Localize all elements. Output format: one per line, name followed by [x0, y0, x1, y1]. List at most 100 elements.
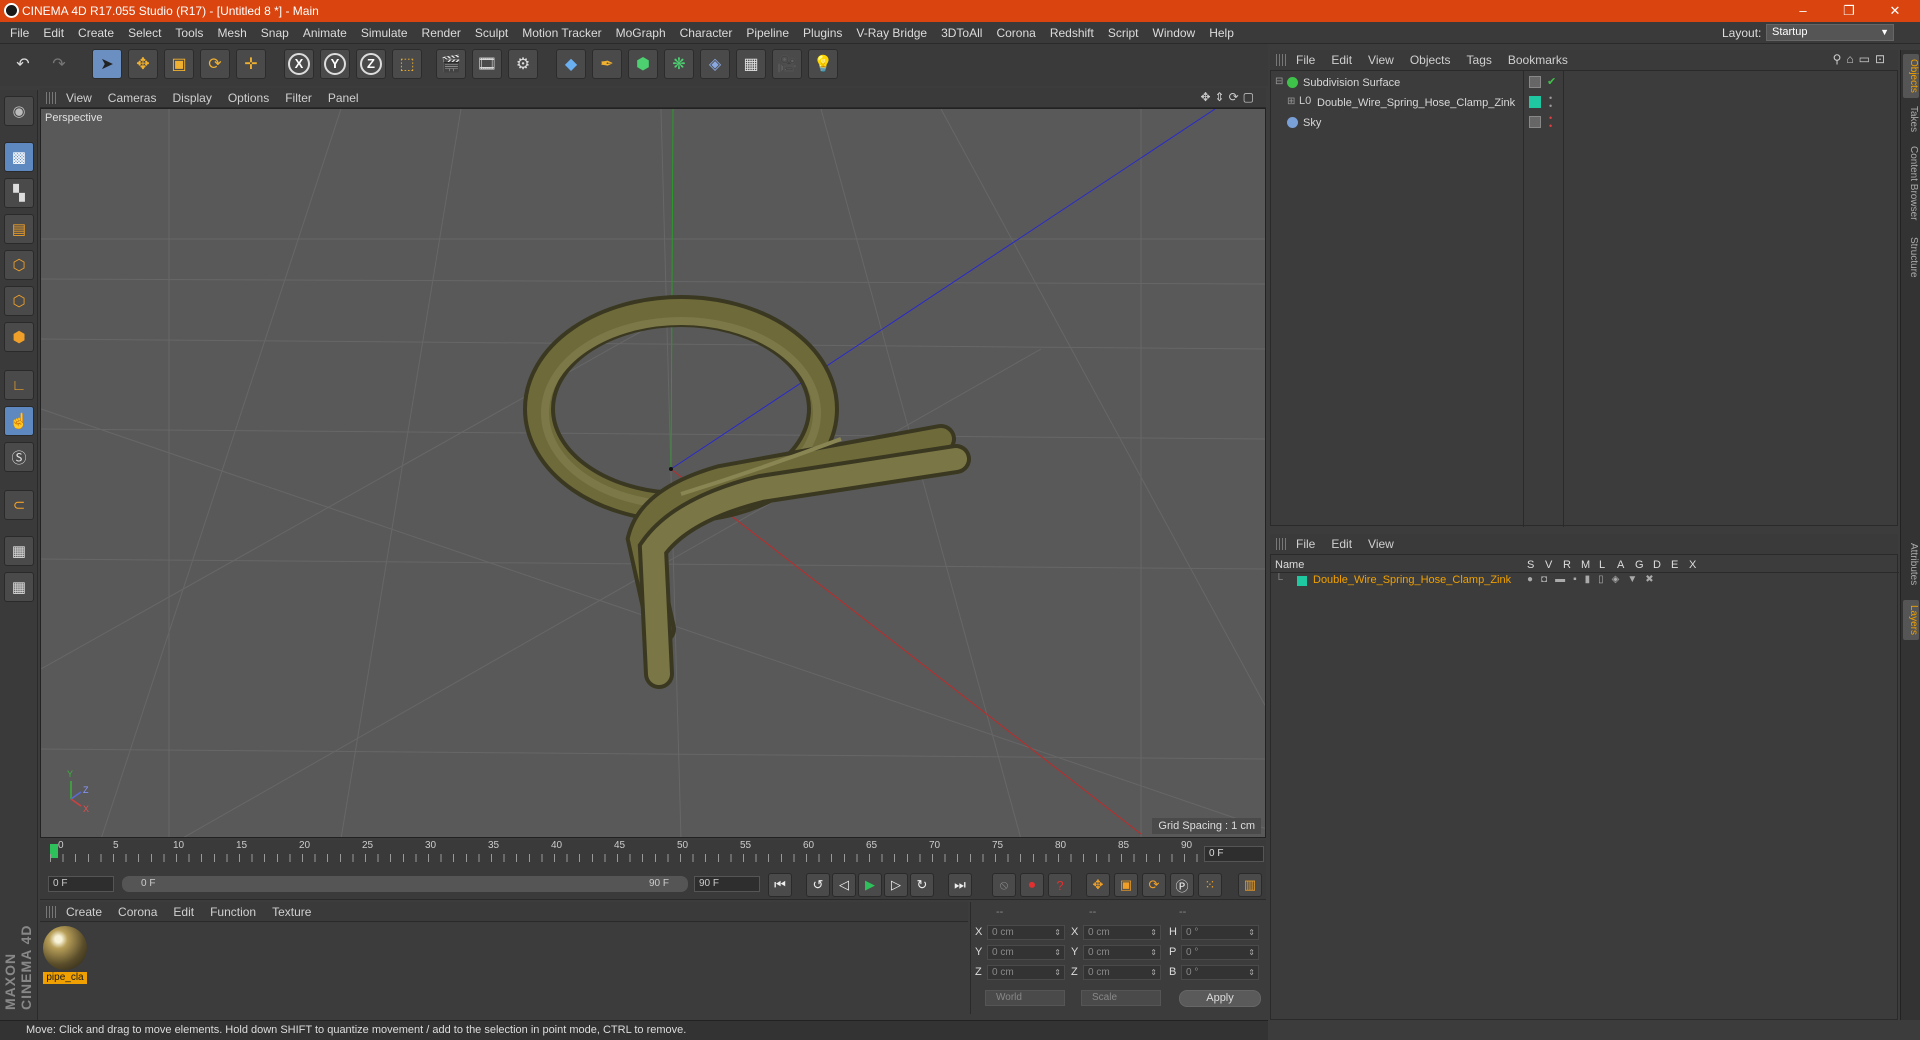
object-menu-view[interactable]: View — [1360, 50, 1402, 70]
points-mode-icon[interactable]: ⬡ — [4, 250, 34, 280]
viewport-menu-display[interactable]: Display — [164, 88, 219, 108]
apply-button[interactable]: Apply — [1179, 990, 1261, 1007]
restore-button[interactable]: ❐ — [1826, 0, 1872, 22]
panel-grip-icon[interactable] — [1276, 538, 1286, 550]
expand-icon[interactable]: ⊞ — [1287, 96, 1295, 107]
range-slider[interactable]: 0 F 90 F — [122, 876, 688, 892]
menu-vray-bridge[interactable]: V-Ray Bridge — [849, 22, 934, 44]
menu-render[interactable]: Render — [415, 22, 468, 44]
tab-content-browser[interactable]: Content Browser — [1903, 142, 1919, 224]
column-view[interactable]: V — [1545, 559, 1552, 571]
enabled-check-icon[interactable]: ✔ — [1547, 75, 1556, 88]
spinner-icon[interactable]: ⇕ — [1248, 946, 1255, 959]
panel-grip-icon[interactable] — [46, 906, 56, 918]
tab-takes[interactable]: Takes — [1903, 104, 1919, 134]
solo-mode-icon[interactable]: Ⓢ — [4, 442, 34, 472]
previous-key-icon[interactable]: ↺ — [806, 873, 830, 897]
object-row[interactable]: Sky • • — [1271, 113, 1899, 133]
material-menu-corona[interactable]: Corona — [110, 902, 165, 922]
viewport-menu-filter[interactable]: Filter — [277, 88, 320, 108]
previous-frame-icon[interactable]: ◁ — [832, 873, 856, 897]
material-menu-create[interactable]: Create — [58, 902, 110, 922]
key-rotation-icon[interactable]: ⟳ — [1142, 873, 1166, 897]
deformer-icon[interactable]: ◈ — [700, 49, 730, 79]
menu-plugins[interactable]: Plugins — [796, 22, 849, 44]
make-editable-icon[interactable]: ◉ — [4, 96, 34, 126]
menu-help[interactable]: Help — [1202, 22, 1241, 44]
spinner-icon[interactable]: ⇕ — [1150, 926, 1157, 939]
go-to-end-icon[interactable]: ⏭ — [948, 873, 972, 897]
render-view-icon[interactable]: 🎬 — [436, 49, 466, 79]
object-row[interactable]: ⊞ L0 Double_Wire_Spring_Hose_Clamp_Zink … — [1271, 93, 1899, 113]
position-z-field[interactable]: 0 cm ⇕ — [987, 965, 1065, 980]
column-manager[interactable]: M — [1581, 559, 1590, 571]
layer-toggle-icons[interactable]: ●◘▬▪▮▯◈▼✖ — [1527, 574, 1662, 585]
light-icon[interactable]: 💡 — [808, 49, 838, 79]
menu-3dtoall[interactable]: 3DToAll — [934, 22, 989, 44]
polygons-mode-icon[interactable]: ⬢ — [4, 322, 34, 352]
menu-sculpt[interactable]: Sculpt — [468, 22, 515, 44]
record-keys-icon[interactable]: ⦸ — [992, 873, 1016, 897]
floor-icon[interactable]: ▦ — [736, 49, 766, 79]
key-parameter-icon[interactable]: Ⓟ — [1170, 873, 1194, 897]
coordinate-space-select[interactable]: World — [985, 990, 1065, 1006]
coordinate-mode-select[interactable]: Scale — [1081, 990, 1161, 1006]
menu-animate[interactable]: Animate — [296, 22, 354, 44]
object-manager-tools-icons[interactable]: ⚲⌂▭⊡ — [1833, 52, 1890, 66]
tweak-mode-icon[interactable]: ☝ — [4, 406, 34, 436]
column-expressions[interactable]: E — [1671, 559, 1678, 571]
menu-create[interactable]: Create — [71, 22, 121, 44]
current-frame-field[interactable]: 0 F — [1204, 846, 1264, 862]
object-menu-file[interactable]: File — [1288, 50, 1323, 70]
layer-tag-icon[interactable] — [1529, 76, 1541, 88]
tab-structure[interactable]: Structure — [1903, 232, 1919, 282]
timeline-window-icon[interactable]: ▥ — [1238, 873, 1262, 897]
spinner-icon[interactable]: ⇕ — [1248, 966, 1255, 979]
live-selection-icon[interactable]: ✛ — [236, 49, 266, 79]
viewport-menu-view[interactable]: View — [58, 88, 100, 108]
layer-row[interactable]: └ Double_Wire_Spring_Hose_Clamp_Zink ●◘▬… — [1271, 573, 1899, 589]
key-pla-icon[interactable]: ⁙ — [1198, 873, 1222, 897]
axis-z-button[interactable]: Z — [356, 49, 386, 79]
position-y-field[interactable]: 0 cm ⇕ — [987, 945, 1065, 960]
spinner-icon[interactable]: ⇕ — [1054, 926, 1061, 939]
layer-color-swatch[interactable] — [1297, 576, 1307, 586]
start-frame-field[interactable]: 0 F — [48, 876, 114, 892]
tab-attributes[interactable]: Attributes — [1903, 536, 1919, 592]
cloner-icon[interactable]: ❋ — [664, 49, 694, 79]
spinner-icon[interactable]: ⇕ — [1248, 926, 1255, 939]
column-name[interactable]: Name — [1275, 559, 1304, 571]
material-menu-texture[interactable]: Texture — [264, 902, 319, 922]
workplane-icon[interactable]: ▤ — [4, 214, 34, 244]
spinner-icon[interactable]: ⇕ — [1054, 946, 1061, 959]
cube-primitive-icon[interactable]: ◆ — [556, 49, 586, 79]
spinner-icon[interactable]: ⇕ — [1150, 966, 1157, 979]
select-arrow-icon[interactable]: ➤ — [92, 49, 122, 79]
rotate-tool-icon[interactable]: ⟳ — [200, 49, 230, 79]
subdivision-surface-icon[interactable]: ⬢ — [628, 49, 658, 79]
menu-file[interactable]: File — [0, 22, 36, 44]
play-icon[interactable]: ▶ — [858, 873, 882, 897]
edges-mode-icon[interactable]: ⬡ — [4, 286, 34, 316]
menu-snap[interactable]: Snap — [254, 22, 296, 44]
menu-character[interactable]: Character — [673, 22, 740, 44]
visibility-dots-icon[interactable]: • • — [1549, 94, 1552, 111]
layer-name[interactable]: Double_Wire_Spring_Hose_Clamp_Zink — [1313, 574, 1511, 586]
viewport-menu-options[interactable]: Options — [220, 88, 277, 108]
move-tool-icon[interactable]: ✥ — [128, 49, 158, 79]
expand-icon[interactable]: ⊟ — [1275, 76, 1283, 87]
axis-mode-icon[interactable]: ∟ — [4, 370, 34, 400]
layer-menu-file[interactable]: File — [1288, 534, 1323, 554]
object-menu-tags[interactable]: Tags — [1459, 50, 1500, 70]
menu-corona[interactable]: Corona — [989, 22, 1042, 44]
spinner-icon[interactable]: ⇕ — [1054, 966, 1061, 979]
object-menu-objects[interactable]: Objects — [1402, 50, 1459, 70]
menu-select[interactable]: Select — [121, 22, 168, 44]
next-frame-icon[interactable]: ▷ — [884, 873, 908, 897]
size-y-field[interactable]: 0 cm ⇕ — [1083, 945, 1161, 960]
3d-viewport[interactable]: Y Z X Perspective Grid Spacing : 1 cm — [40, 108, 1266, 838]
visibility-dots-icon[interactable]: • • — [1549, 114, 1552, 131]
locked-workplane-icon[interactable]: ▦ — [4, 536, 34, 566]
keyframe-selection-icon[interactable]: ? — [1048, 873, 1072, 897]
menu-motion-tracker[interactable]: Motion Tracker — [515, 22, 608, 44]
